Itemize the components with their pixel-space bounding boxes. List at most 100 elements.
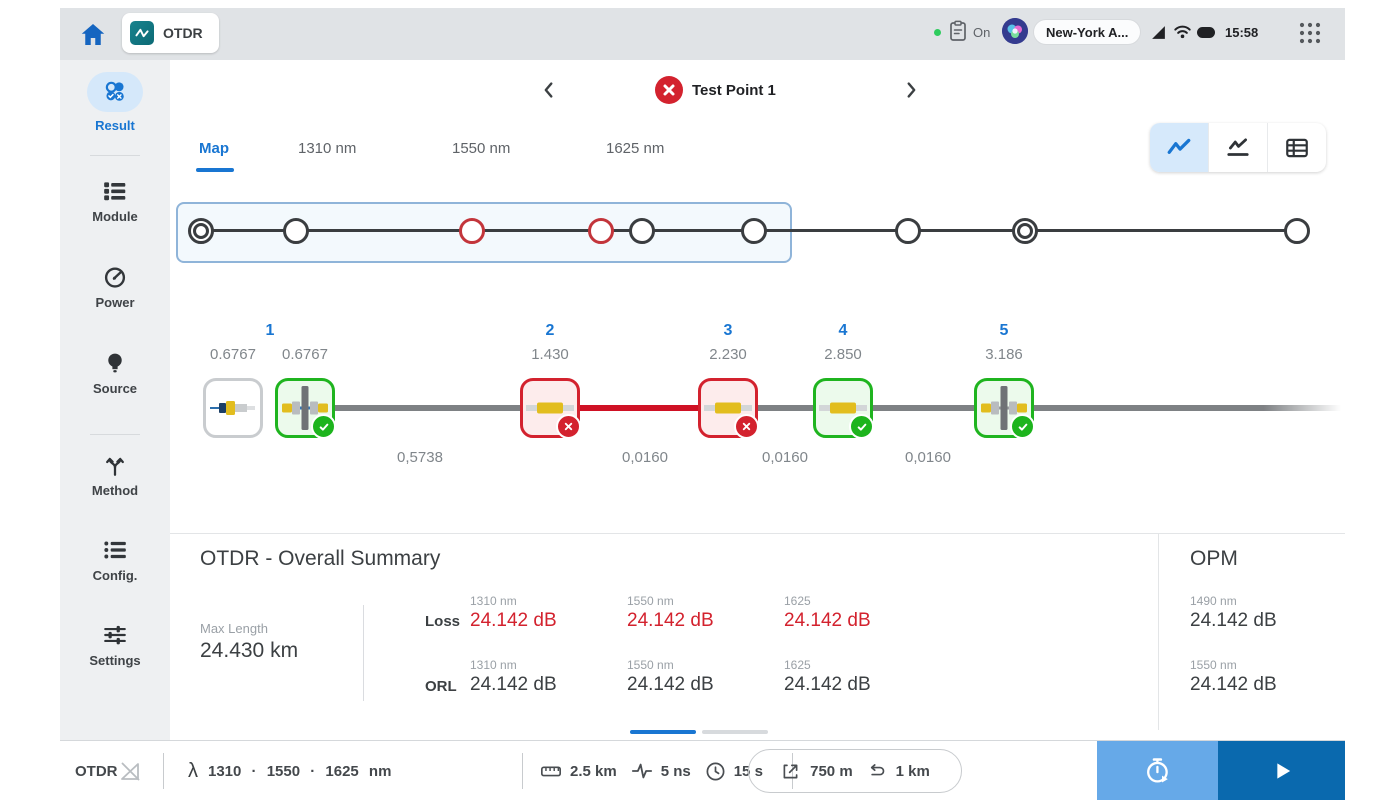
map-node[interactable]: [895, 218, 921, 244]
view-table-button[interactable]: [1268, 123, 1326, 172]
device-name-pill[interactable]: New-York A...: [1034, 20, 1141, 44]
summary-title: OTDR - Overall Summary: [200, 547, 441, 570]
wavelength-settings-group[interactable]: λ 1310 · 1550 · 1625 nm: [188, 741, 518, 800]
map-node[interactable]: [741, 218, 767, 244]
stopwatch-icon: [1146, 758, 1168, 783]
fiber-segment: [870, 405, 976, 411]
sidebar-item-label: Method: [91, 483, 139, 498]
sidebar-item-settings[interactable]: Settings: [60, 622, 170, 668]
fiber-segment-alarm: [577, 405, 701, 411]
segment-loss-label: 0,5738: [397, 449, 443, 466]
app-grid-menu-icon[interactable]: [1297, 20, 1323, 51]
map-node[interactable]: [629, 218, 655, 244]
trace-reference-view-icon: [1227, 137, 1249, 156]
sidebar-item-module[interactable]: Module: [60, 178, 170, 224]
opm-wl-header: 1550 nm: [1190, 658, 1237, 672]
left-nav-sidebar: Result Module Power Source Method Config…: [60, 60, 170, 740]
fiber-segment: [332, 405, 522, 411]
chevron-left-icon: [544, 82, 553, 98]
pass-badge-icon: [1010, 414, 1035, 439]
event-distance: 0.6767: [282, 346, 328, 363]
map-node-alert[interactable]: [588, 218, 614, 244]
prev-test-point-button[interactable]: [538, 79, 560, 101]
launch-fiber-value: 750 m: [810, 762, 853, 780]
sidebar-item-config[interactable]: Config.: [60, 537, 170, 583]
summary-divider: [170, 533, 1345, 534]
sidebar-item-method[interactable]: Method: [60, 452, 170, 498]
summary-page-indicator[interactable]: [702, 730, 768, 734]
event-distance: 3.186: [985, 346, 1023, 363]
sidebar-item-label: Config.: [92, 568, 138, 583]
timed-acquisition-button[interactable]: [1097, 741, 1218, 800]
org-logo[interactable]: [1002, 18, 1028, 44]
event-3[interactable]: 3 2.230: [698, 322, 759, 439]
summary-page-indicator-active[interactable]: [630, 730, 696, 734]
power-meter-icon: [104, 267, 126, 288]
pass-badge-icon: [849, 414, 874, 439]
app-tab-label: OTDR: [163, 25, 203, 41]
tab-1310nm[interactable]: 1310 nm: [298, 140, 356, 157]
event-number: 3: [723, 322, 733, 339]
segment-loss-label: 0,0160: [905, 449, 951, 466]
view-toggle-group: [1150, 123, 1326, 172]
play-icon: [1276, 763, 1290, 779]
event-4[interactable]: 4 2.850: [813, 322, 874, 439]
tab-1550nm[interactable]: 1550 nm: [452, 140, 510, 157]
report-clipboard-icon[interactable]: [948, 20, 968, 47]
map-node[interactable]: [283, 218, 309, 244]
event-distance: 1.430: [531, 346, 569, 363]
fiber-segment: [1031, 405, 1341, 411]
home-button[interactable]: [78, 20, 108, 50]
receive-loop-icon: [870, 763, 884, 775]
map-node-start[interactable]: [188, 218, 214, 244]
event-number: 5: [999, 322, 1009, 339]
sidebar-item-source[interactable]: Source: [60, 350, 170, 396]
sidebar-item-result[interactable]: Result: [60, 60, 170, 133]
event-5[interactable]: 5 3.186: [974, 322, 1035, 439]
tab-map[interactable]: Map: [199, 140, 229, 157]
opm-wl-header: 1490 nm: [1190, 594, 1237, 608]
result-icon: [87, 72, 143, 112]
fiber-segment: [755, 405, 815, 411]
max-length-label: Max Length: [200, 621, 268, 636]
otdr-app-screen: OTDR On New-York A... 15:58 Result Modul…: [0, 0, 1400, 800]
chevron-right-icon: [907, 82, 916, 98]
receive-fiber-value: 1 km: [895, 762, 930, 780]
sidebar-item-power[interactable]: Power: [60, 264, 170, 310]
loss-wl-header: 1550 nm: [627, 594, 674, 608]
map-node-end[interactable]: [1284, 218, 1310, 244]
event-distance: 2.850: [824, 346, 862, 363]
bottombar-divider: [163, 753, 164, 789]
map-node-alert[interactable]: [459, 218, 485, 244]
active-tab-underline: [196, 168, 234, 172]
battery-icon: [1197, 27, 1215, 38]
segment-loss-label: 0,0160: [762, 449, 808, 466]
pass-badge-icon: [311, 414, 336, 439]
tab-1625nm[interactable]: 1625 nm: [606, 140, 664, 157]
launch-receive-fiber-group[interactable]: 750 m 1 km: [748, 749, 962, 793]
event-distance: 2.230: [709, 346, 747, 363]
method-split-icon: [106, 457, 124, 476]
next-test-point-button[interactable]: [900, 79, 922, 101]
sidebar-item-label: Module: [92, 209, 138, 224]
event-number: 2: [545, 322, 555, 339]
module-icon: [104, 182, 126, 201]
orl-value: 24.142 dB: [784, 674, 871, 695]
view-trace-ref-button[interactable]: [1209, 123, 1268, 172]
event-1[interactable]: 1 0.6767: [266, 322, 336, 439]
map-node-double[interactable]: [1012, 218, 1038, 244]
start-acquisition-button[interactable]: [1218, 741, 1345, 800]
top-status-bar: OTDR On New-York A... 15:58: [60, 8, 1345, 60]
wavelengths-value: 1310 · 1550 · 1625 nm: [208, 762, 392, 780]
summary-opm-divider: [1158, 533, 1159, 730]
loss-value: 24.142 dB: [627, 610, 714, 631]
app-tab-otdr[interactable]: OTDR: [122, 13, 219, 53]
sidebar-item-label: Settings: [89, 653, 141, 668]
event-2[interactable]: 2 1.430: [520, 322, 581, 439]
home-icon: [81, 24, 105, 45]
orl-value: 24.142 dB: [470, 674, 557, 695]
range-ruler-icon: [541, 766, 561, 777]
view-trace-button[interactable]: [1150, 123, 1209, 172]
event-number: 1: [265, 322, 275, 339]
loss-value: 24.142 dB: [470, 610, 557, 631]
